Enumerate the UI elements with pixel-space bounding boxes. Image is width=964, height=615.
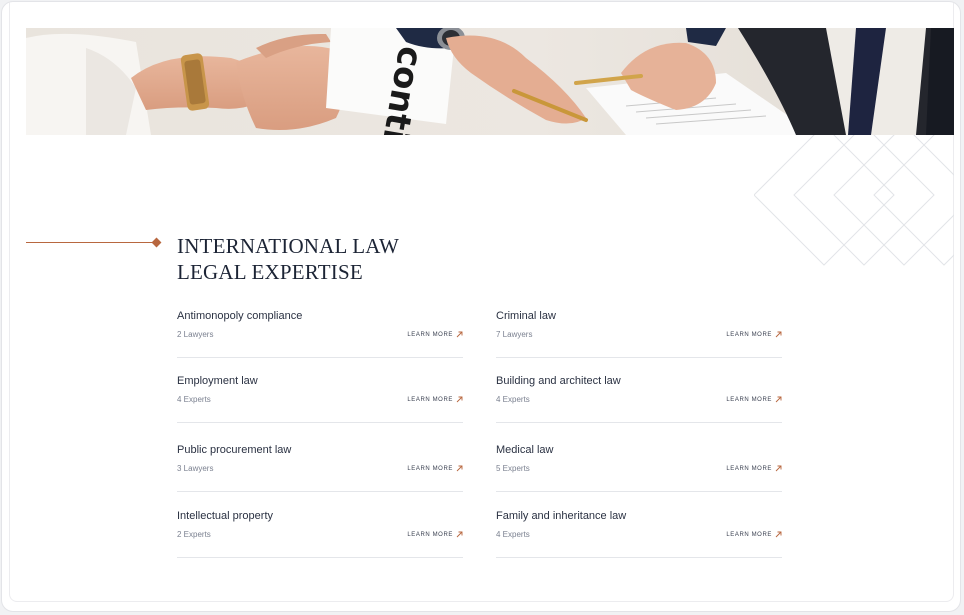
- accent-line: [26, 242, 154, 243]
- practice-area-item[interactable]: Medical law 5 Experts LEARN MORE: [496, 436, 782, 492]
- practice-area-title: Criminal law: [496, 310, 556, 322]
- learn-more-link[interactable]: LEARN MORE: [407, 331, 463, 338]
- arrow-up-right-icon: [775, 396, 782, 403]
- page-frame: conti INTERNATIONAL LAW LEGAL EXPERTISE …: [1, 1, 961, 612]
- practice-area-item[interactable]: Antimonopoly compliance 2 Lawyers LEARN …: [177, 302, 463, 358]
- practice-area-item[interactable]: Family and inheritance law 4 Experts LEA…: [496, 502, 782, 558]
- learn-more-link[interactable]: LEARN MORE: [407, 396, 463, 403]
- learn-more-link[interactable]: LEARN MORE: [726, 331, 782, 338]
- practice-area-title: Medical law: [496, 444, 554, 456]
- heading-line-2: LEGAL EXPERTISE: [177, 260, 363, 284]
- heading-line-1: INTERNATIONAL LAW: [177, 234, 399, 258]
- practice-area-title: Family and inheritance law: [496, 510, 627, 522]
- arrow-up-right-icon: [456, 465, 463, 472]
- arrow-up-right-icon: [456, 531, 463, 538]
- learn-more-label: LEARN MORE: [726, 331, 772, 338]
- arrow-up-right-icon: [456, 396, 463, 403]
- practice-area-title: Public procurement law: [177, 444, 292, 456]
- practice-area-title: Antimonopoly compliance: [177, 310, 303, 322]
- practice-area-count: 4 Experts: [496, 395, 530, 404]
- learn-more-link[interactable]: LEARN MORE: [407, 465, 463, 472]
- learn-more-label: LEARN MORE: [407, 465, 453, 472]
- learn-more-link[interactable]: LEARN MORE: [726, 396, 782, 403]
- learn-more-label: LEARN MORE: [407, 531, 453, 538]
- practice-area-count: 5 Experts: [496, 464, 530, 473]
- hero-illustration: conti: [26, 28, 954, 135]
- learn-more-label: LEARN MORE: [726, 465, 772, 472]
- practice-area-title: Building and architect law: [496, 375, 621, 387]
- practice-areas-grid: Antimonopoly compliance 2 Lawyers LEARN …: [177, 302, 783, 562]
- practice-area-title: Intellectual property: [177, 510, 273, 522]
- practice-area-count: 2 Lawyers: [177, 330, 214, 339]
- arrow-up-right-icon: [775, 465, 782, 472]
- learn-more-link[interactable]: LEARN MORE: [726, 531, 782, 538]
- section-heading: INTERNATIONAL LAW LEGAL EXPERTISE: [177, 233, 399, 285]
- learn-more-label: LEARN MORE: [407, 331, 453, 338]
- arrow-up-right-icon: [456, 331, 463, 338]
- learn-more-label: LEARN MORE: [726, 396, 772, 403]
- learn-more-label: LEARN MORE: [407, 396, 453, 403]
- learn-more-link[interactable]: LEARN MORE: [726, 465, 782, 472]
- practice-area-count: 4 Experts: [177, 395, 211, 404]
- decorative-diamond-pattern: [754, 135, 954, 267]
- practice-area-item[interactable]: Criminal law 7 Lawyers LEARN MORE: [496, 302, 782, 358]
- practice-area-item[interactable]: Intellectual property 2 Experts LEARN MO…: [177, 502, 463, 558]
- practice-area-item[interactable]: Building and architect law 4 Experts LEA…: [496, 367, 782, 423]
- practice-area-count: 2 Experts: [177, 530, 211, 539]
- practice-area-item[interactable]: Employment law 4 Experts LEARN MORE: [177, 367, 463, 423]
- hero-image: conti: [26, 28, 954, 135]
- practice-area-count: 4 Experts: [496, 530, 530, 539]
- arrow-up-right-icon: [775, 531, 782, 538]
- practice-area-title: Employment law: [177, 375, 258, 387]
- learn-more-link[interactable]: LEARN MORE: [407, 531, 463, 538]
- learn-more-label: LEARN MORE: [726, 531, 772, 538]
- practice-area-item[interactable]: Public procurement law 3 Lawyers LEARN M…: [177, 436, 463, 492]
- practice-area-count: 3 Lawyers: [177, 464, 214, 473]
- practice-area-count: 7 Lawyers: [496, 330, 533, 339]
- arrow-up-right-icon: [775, 331, 782, 338]
